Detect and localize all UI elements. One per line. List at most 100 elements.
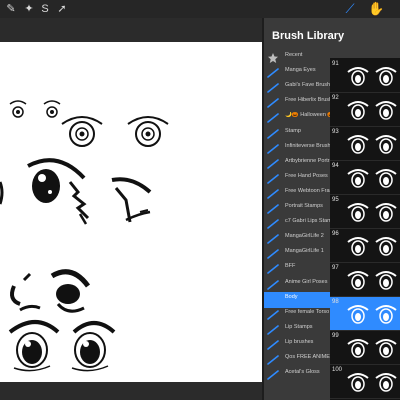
brush-set-icon (267, 173, 279, 184)
star-icon (267, 53, 279, 63)
brush-item[interactable]: 96 (330, 229, 400, 263)
transform-icon[interactable]: ➚ (55, 2, 69, 16)
selection-icon[interactable]: S (38, 2, 52, 16)
brush-set-label: Stamp (285, 127, 301, 134)
brush-number: 96 (332, 231, 339, 237)
brush-set-icon (267, 143, 279, 154)
brush-set-label: Lip brushes (285, 338, 314, 345)
brush-set-label: Infiniteverse Brush... (285, 142, 330, 149)
brush-item[interactable]: 93 (330, 127, 400, 161)
brush-set-label: Free female Torso (285, 308, 330, 315)
brush-number: 100 (332, 367, 343, 373)
brush-set-icon (267, 189, 279, 199)
brush-set-item[interactable]: Lip Stamps (264, 322, 330, 338)
brush-number: 94 (332, 163, 339, 169)
brush-number: 91 (332, 61, 339, 67)
brush-set-icon (267, 355, 279, 365)
brush-set-item[interactable]: Artbybrienne Portrait (264, 156, 330, 172)
brush-item[interactable]: 99 (330, 331, 400, 365)
brush-set-label: Manga Eyes (285, 67, 316, 74)
brush-set-item[interactable]: Gabi's Fave Brush (264, 80, 330, 96)
brush-item[interactable]: 94 (330, 161, 400, 195)
brush-set-label: Artbybrienne Portrait (285, 157, 330, 164)
brush-item[interactable]: 97 (330, 263, 400, 297)
brush-item[interactable]: 92 (330, 93, 400, 127)
brush-set-item[interactable]: Free Webtoon Frame (264, 186, 330, 202)
eye-sketch (0, 158, 90, 225)
brush-item[interactable]: 91 (330, 59, 400, 93)
brush-preview-icon (347, 203, 397, 222)
brush-set-list[interactable]: Recent Manga Eyes Gabi's Fave Brush Free Hi… (264, 50, 330, 382)
brush-set-item[interactable]: Free Hiberlix Brushes (264, 95, 330, 111)
brush-preview-icon (347, 339, 397, 358)
smudge-icon[interactable]: ✋ (368, 1, 384, 17)
brush-number: 97 (332, 265, 339, 271)
brush-preview-icon (347, 373, 397, 392)
eye-sketch (61, 116, 169, 147)
brush-set-icon (267, 128, 279, 139)
brush-set-label: Body (285, 293, 298, 300)
brush-set-icon (267, 234, 279, 244)
brush-set-icon (267, 158, 279, 169)
brush-item[interactable]: 95 (330, 195, 400, 229)
brush-set-icon (267, 204, 279, 214)
brush-set-item[interactable]: MangaGirlLife 2 (264, 231, 330, 247)
brush-list[interactable]: 91 92 93 94 95 96 97 98 99 100 (330, 58, 400, 400)
brush-set-item[interactable]: BFF (264, 261, 330, 277)
brush-set-label: MangaGirlLife 1 (285, 248, 324, 255)
brush-set-icon (267, 249, 279, 260)
brush-set-label: Free Webtoon Frame (285, 187, 330, 194)
brush-set-label: Gabi's Fave Brush (285, 82, 330, 89)
brush-set-label: Portrait Stamps (285, 203, 323, 209)
wrench-icon[interactable]: ✎ (4, 2, 18, 16)
brush-set-item[interactable]: Anime Girl Poses (264, 277, 330, 293)
brush-icon[interactable]: ⟋ (342, 1, 358, 17)
brush-set-item[interactable]: Manga Eyes (264, 65, 330, 81)
brush-number: 95 (332, 197, 339, 203)
brush-set-item[interactable]: Body (264, 291, 330, 308)
brush-set-item[interactable]: c7 Gabri Lips Stamps (264, 216, 330, 232)
brush-set-item[interactable]: MangaGirlLife 1 (264, 246, 330, 262)
brush-number: 98 (332, 299, 339, 305)
brush-set-icon (267, 264, 279, 275)
brush-set-item[interactable]: Portrait Stamps (264, 201, 330, 217)
brush-number: 93 (332, 129, 339, 135)
panel-title: Brush Library (272, 30, 345, 42)
brush-set-label: 🌙🎃 Halloween 🎃🌙 (285, 112, 330, 119)
brush-set-label: Qos FREE ANIME... (285, 354, 330, 360)
brush-preview-icon (347, 305, 397, 324)
brush-preview-icon (347, 271, 397, 290)
brush-set-icon (267, 113, 279, 124)
brush-preview-icon (347, 135, 397, 154)
top-toolbar: ✎ ✦ S ➚ ⟋ ✋ (0, 0, 400, 18)
brush-set-label: BFF (285, 263, 296, 270)
brush-set-icon (267, 370, 279, 380)
brush-item[interactable]: 100 (330, 365, 400, 399)
drawing-canvas[interactable] (0, 42, 262, 382)
magic-wand-icon[interactable]: ✦ (22, 2, 36, 16)
brush-set-label: Recent (285, 52, 303, 58)
brush-set-label: Anime Girl Poses (285, 278, 328, 285)
brush-set-icon (267, 68, 279, 78)
brush-set-item[interactable]: Free female Torso (264, 307, 330, 323)
brush-set-item[interactable]: Acetal's Gloss (264, 367, 330, 383)
brush-preview-icon (347, 67, 397, 86)
brush-set-item[interactable]: Lip brushes (264, 337, 330, 353)
eye-sketch (8, 320, 116, 372)
brush-set-item[interactable]: Recent (264, 50, 330, 66)
brush-set-icon (267, 219, 279, 229)
eye-sketch (10, 269, 91, 313)
eye-sketch (9, 100, 61, 118)
brush-set-item[interactable]: Stamp (264, 126, 330, 142)
brush-preview-icon (347, 169, 397, 188)
eye-sketch (111, 177, 152, 223)
brush-set-label: MangaGirlLife 2 (285, 233, 324, 240)
brush-set-item[interactable]: 🌙🎃 Halloween 🎃🌙 (264, 110, 330, 126)
brush-preview-icon (347, 237, 397, 256)
brush-number: 99 (332, 333, 339, 339)
brush-set-label: Lip Stamps (285, 323, 313, 330)
brush-set-item[interactable]: Free Hand Poses (264, 171, 330, 187)
brush-set-item[interactable]: Infiniteverse Brush... (264, 141, 330, 157)
brush-set-item[interactable]: Qos FREE ANIME... (264, 352, 330, 368)
brush-item[interactable]: 98 (330, 297, 400, 331)
